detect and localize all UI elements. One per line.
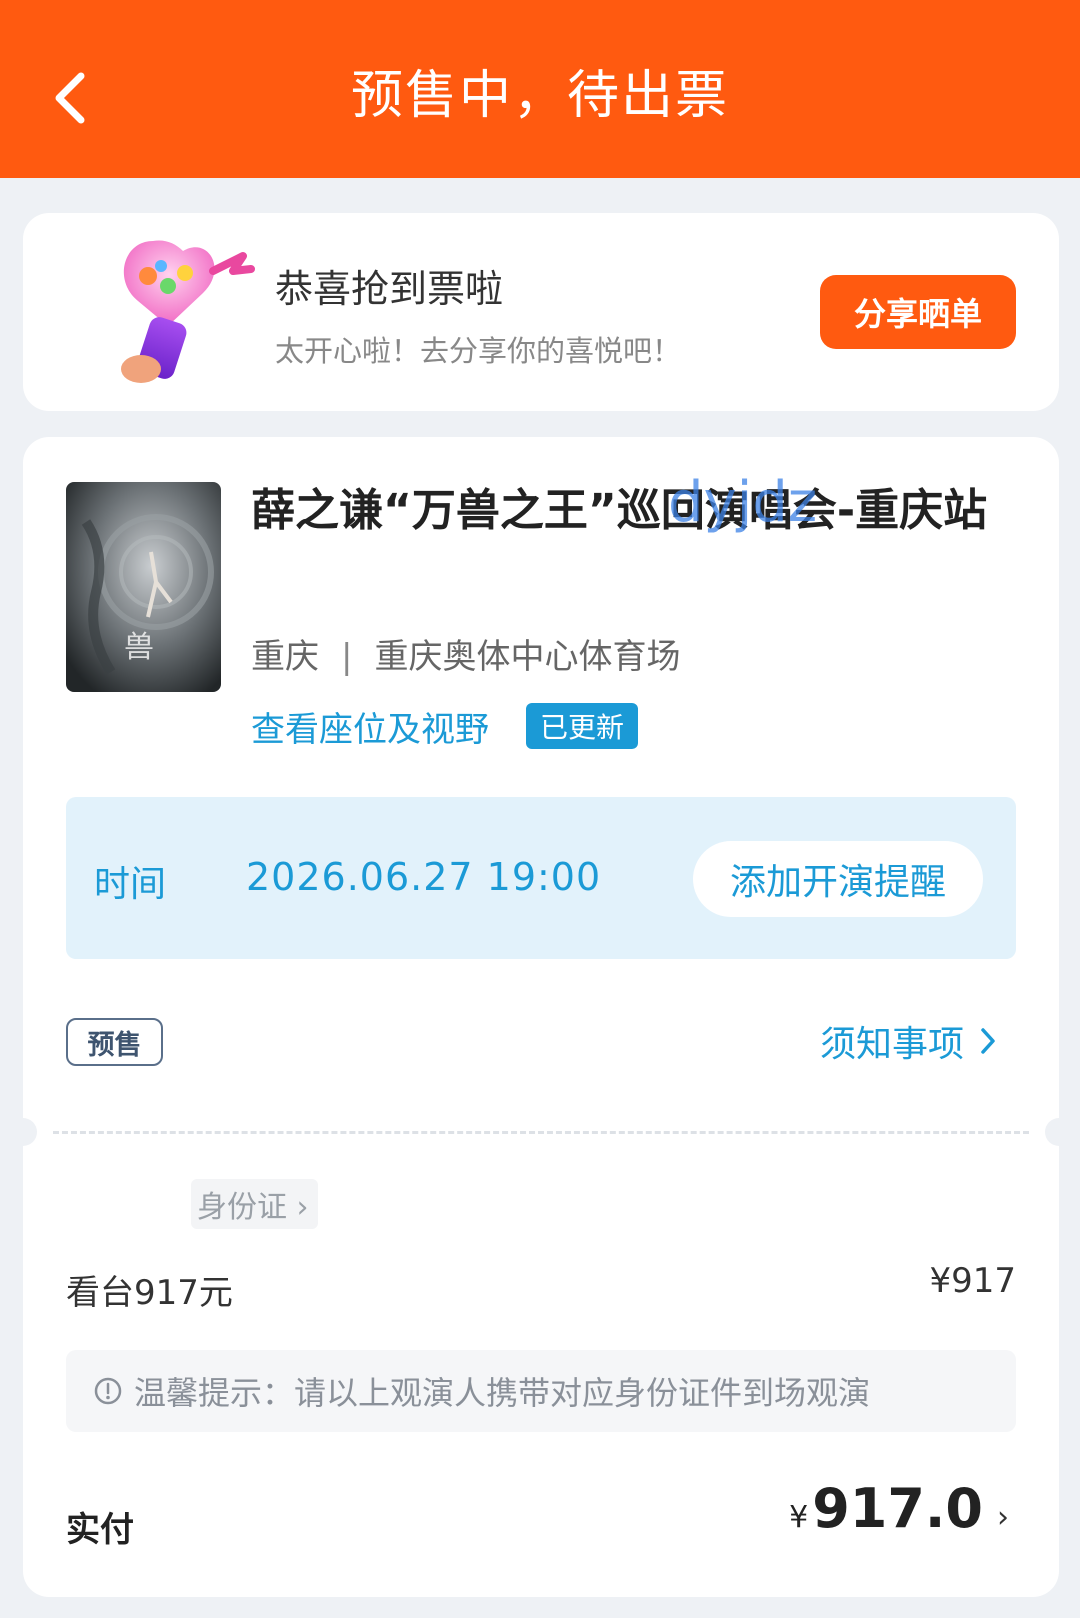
venue-separator: | — [341, 637, 353, 677]
time-label: 时间 — [94, 864, 167, 905]
time-panel: 时间 2026.06.27 19:00 添加开演提醒 — [66, 797, 1016, 959]
congrats-card: 恭喜抢到票啦 太开心啦！去分享你的喜悦吧！ 分享晒单 — [23, 213, 1059, 411]
lightstick-mascot-icon — [121, 240, 255, 383]
event-city: 重庆 — [251, 637, 319, 677]
paid-label: 实付 — [66, 1510, 134, 1550]
info-icon — [94, 1377, 122, 1405]
notice-label: 须知事项 — [820, 1024, 965, 1065]
add-reminder-button[interactable]: 添加开演提醒 — [693, 841, 983, 917]
view-seat-link[interactable]: 查看座位及视野 — [251, 702, 489, 751]
tip-box: 温馨提示：请以上观演人携带对应身份证件到场观演 — [66, 1350, 1016, 1432]
updated-badge: 已更新 — [526, 703, 638, 749]
venue-line: 重庆 | 重庆奥体中心体育场 — [251, 629, 680, 678]
event-title: 薛之谦“万兽之王”巡回演唱会-重庆站 — [251, 485, 988, 536]
event-poster[interactable]: 兽 — [66, 482, 221, 692]
presale-tag: 预售 — [66, 1018, 163, 1066]
ticket-price: ¥917 — [929, 1261, 1016, 1301]
id-type-chip[interactable]: 身份证 › — [191, 1179, 318, 1229]
order-card: 兽 薛之谦“万兽之王”巡回演唱会-重庆站 dyjdz 重庆 | 重庆奥体中心体育场 … — [9, 437, 1073, 1597]
page-title: 预售中，待出票 — [350, 66, 729, 126]
ticket-notch-right — [1045, 1118, 1073, 1146]
ticket-notch-left — [9, 1118, 37, 1146]
time-value: 2026.06.27 19:00 — [246, 855, 602, 899]
currency-symbol: ¥ — [789, 1500, 809, 1535]
paid-amount[interactable]: ¥ 917.0 › — [789, 1477, 1009, 1540]
top-bar: 预售中，待出票 — [0, 0, 1080, 178]
dashed-divider — [53, 1131, 1029, 1134]
poster-image-icon: 兽 — [66, 482, 221, 692]
svg-text:兽: 兽 — [124, 630, 154, 665]
congrats-subtitle: 太开心啦！去分享你的喜悦吧！ — [275, 334, 682, 368]
notice-link[interactable]: 须知事项 — [820, 1015, 996, 1067]
share-button[interactable]: 分享晒单 — [820, 275, 1016, 349]
congrats-title: 恭喜抢到票啦 — [275, 267, 504, 311]
paid-amount-value: 917.0 — [812, 1477, 983, 1540]
ticket-name: 看台917元 — [66, 1273, 233, 1313]
chevron-right-icon — [980, 1027, 996, 1055]
event-venue: 重庆奥体中心体育场 — [374, 637, 681, 677]
tip-text: 温馨提示：请以上观演人携带对应身份证件到场观演 — [134, 1374, 871, 1412]
watermark-text: dyjdz — [668, 470, 818, 535]
chevron-right-icon: › — [997, 1500, 1009, 1535]
